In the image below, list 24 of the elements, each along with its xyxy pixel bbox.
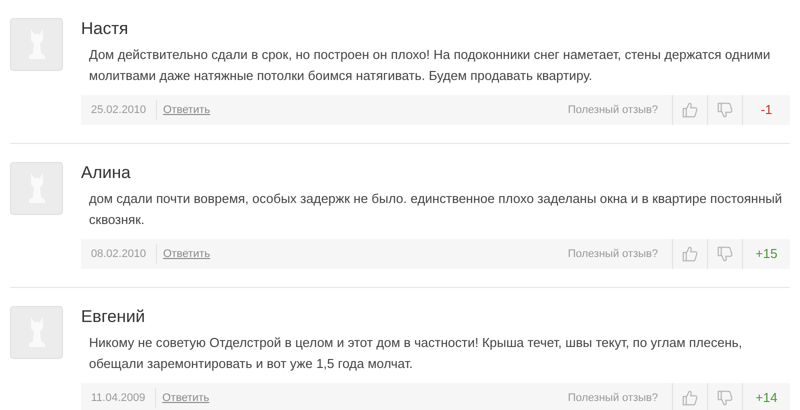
reply-link[interactable]: Ответить <box>163 102 210 118</box>
review-score: -1 <box>742 95 790 125</box>
helpful-label: Полезный отзыв? <box>568 102 658 118</box>
thumbs-down-icon[interactable] <box>716 389 734 407</box>
review-date: 25.02.2010 <box>81 100 158 120</box>
helpful-label: Полезный отзыв? <box>568 246 658 262</box>
review-text: Дом действительно сдали в срок, но построен он плохо! На подоконники снег наметает, стены держатся одними молитвами даже натяжные потолки боимся натягивать. Будем продавать квартиру. <box>89 46 772 85</box>
reply-link[interactable]: Ответить <box>163 246 210 262</box>
review-score: +14 <box>742 383 790 410</box>
review-text: дом сдали почти вовремя, особых задержк не было. единственное плохо заделаны окна и в квартире постоянный сквозняк. <box>89 190 783 229</box>
reply-link[interactable]: Ответить <box>162 390 210 406</box>
helpful-label: Полезный отзыв? <box>568 390 658 406</box>
review-date: 11.04.2009 <box>81 388 156 408</box>
thumbs-up-icon[interactable] <box>681 389 699 407</box>
author-name: Евгений <box>81 306 146 328</box>
author-name: Алина <box>81 162 132 184</box>
author-name: Настя <box>81 18 130 40</box>
thumbs-down-icon[interactable] <box>716 101 734 119</box>
thumbs-down-icon[interactable] <box>716 245 734 263</box>
review-text: Никому не советую Отделстрой в целом и этот дом в частности! Крыша течет, швы текут, по углам плесень, обещали заремонтировать и вот уже 1,5 года молчат. <box>89 334 744 373</box>
review-score: +15 <box>742 239 790 269</box>
thumbs-up-icon[interactable] <box>681 101 699 119</box>
thumbs-up-icon[interactable] <box>681 245 699 263</box>
review-date: 08.02.2010 <box>81 244 158 264</box>
